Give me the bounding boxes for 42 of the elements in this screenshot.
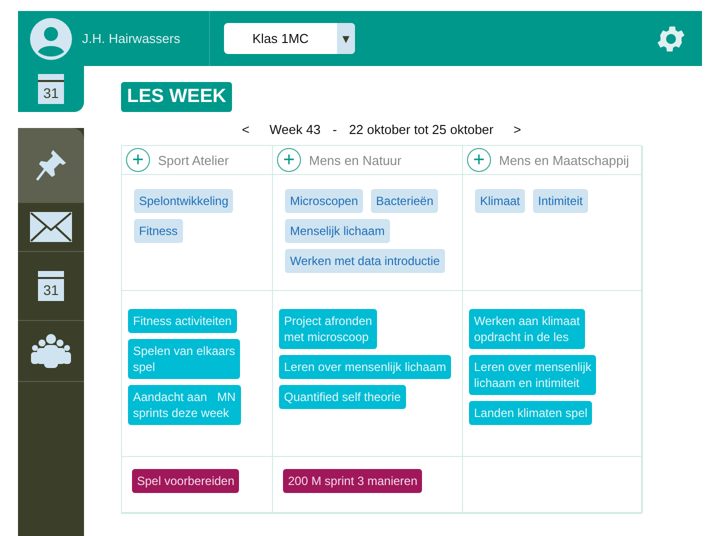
date-range: 22 oktober tot 25 oktober: [348, 122, 494, 137]
sidebar-tab[interactable]: 31: [18, 66, 84, 112]
page-title: LES WEEK: [121, 82, 232, 112]
add-button[interactable]: +: [126, 148, 150, 172]
topic-tag[interactable]: Fitness: [134, 219, 183, 243]
topic-tag[interactable]: Bacterieën: [371, 189, 438, 213]
people-icon: [30, 334, 72, 368]
add-button[interactable]: +: [277, 148, 301, 172]
calendar-icon: 31: [38, 74, 64, 104]
activity-card[interactable]: Werken aan klimaat opdracht in de les: [469, 309, 585, 349]
activity-card[interactable]: Leren over mensenlijk lichaam: [279, 355, 452, 379]
activity-card[interactable]: Fitness activiteiten: [128, 309, 237, 333]
topic-tag[interactable]: Klimaat: [475, 189, 526, 213]
separator: -: [332, 122, 337, 137]
activity-card[interactable]: Quantified self theorie: [279, 385, 406, 409]
user-name: J.H. Hairwassers: [82, 31, 180, 46]
next-week-link[interactable]: >: [513, 122, 522, 137]
activity-card[interactable]: Leren over mensenlijk lichaam en intimiteit: [469, 355, 596, 395]
column-title: Sport Atelier: [158, 152, 229, 168]
previous-week-link[interactable]: <: [242, 122, 250, 137]
topic-tag[interactable]: Intimiteit: [533, 189, 588, 213]
task-card[interactable]: 200 M sprint 3 manieren: [283, 469, 422, 493]
column-title: Mens en Natuur: [309, 152, 402, 168]
calendar-icon: 31: [38, 271, 64, 301]
class-select[interactable]: Klas 1MC ▼: [224, 23, 355, 54]
avatar-icon: [30, 18, 72, 60]
add-button[interactable]: +: [467, 148, 491, 172]
pushpin-icon: [33, 147, 69, 183]
activity-card[interactable]: Project afronden met microscoop: [279, 309, 378, 349]
topic-tag[interactable]: Spelontwikkeling: [134, 189, 234, 213]
column-title: Mens en Maatschappij: [499, 152, 630, 168]
activity-card[interactable]: Spelen van elkaars spel: [128, 339, 240, 379]
task-card[interactable]: Spel voorbereiden: [132, 469, 240, 493]
sidebar-item[interactable]: 31: [18, 252, 84, 321]
topic-tag[interactable]: Microscopen: [285, 189, 364, 213]
week-label: Week 43: [270, 122, 321, 137]
topic-tag[interactable]: Menselijk lichaam: [285, 219, 390, 243]
sidebar-item[interactable]: [18, 128, 84, 203]
topic-tag[interactable]: Werken met data introductie: [285, 249, 445, 273]
activity-card[interactable]: Landen klimaten spel: [469, 401, 592, 425]
activity-card[interactable]: Aandacht aan MN sprints deze week: [128, 385, 241, 425]
mail-icon: [30, 212, 72, 242]
